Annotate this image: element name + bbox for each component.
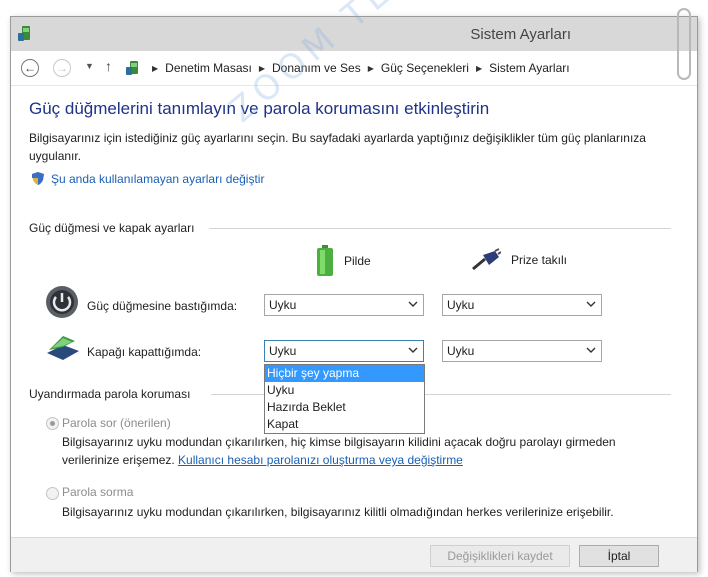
breadcrumb-system-settings[interactable]: Sistem Ayarları	[489, 61, 569, 75]
chevron-down-icon	[586, 347, 596, 353]
lid-close-plugged-select[interactable]: Uyku	[442, 340, 602, 362]
binder-ring	[677, 8, 691, 80]
control-panel-icon	[126, 61, 138, 75]
select-value: Uyku	[447, 344, 475, 358]
control-panel-window: Sistem Ayarları ← → ▼ ↑ ▶ Denetim Masası…	[10, 16, 698, 572]
power-section-label: Güç düğmesi ve kapak ayarları	[29, 221, 195, 235]
password-section-label: Uyandırmada parola koruması	[29, 387, 191, 401]
main-content: Güç düğmelerini tanımlayın ve parola kor…	[11, 85, 697, 572]
require-password-description: Bilgisayarınız uyku modundan çıkarılırke…	[62, 433, 622, 469]
control-panel-icon	[18, 26, 30, 41]
power-button-label: Güç düğmesine bastığımda:	[87, 299, 238, 313]
save-changes-button[interactable]: Değişiklikleri kaydet	[430, 545, 570, 567]
no-password-radio[interactable]	[46, 487, 59, 500]
dropdown-option-do-nothing[interactable]: Hiçbir şey yapma	[265, 365, 424, 382]
change-unavailable-settings-link[interactable]: Şu anda kullanılamayan ayarları değiştir	[31, 171, 264, 186]
breadcrumb-separator-icon: ▶	[152, 63, 159, 73]
breadcrumb-power-options[interactable]: Güç Seçenekleri	[381, 61, 469, 75]
power-button-battery-select[interactable]: Uyku	[264, 294, 424, 316]
select-value: Uyku	[269, 344, 297, 358]
power-button-icon	[46, 286, 78, 318]
chevron-down-icon	[408, 301, 418, 307]
dropdown-option-hibernate[interactable]: Hazırda Beklet	[265, 399, 424, 416]
dropdown-option-sleep[interactable]: Uyku	[265, 382, 424, 399]
chevron-down-icon	[408, 347, 418, 353]
select-value: Uyku	[447, 298, 475, 312]
no-password-description: Bilgisayarınız uyku modundan çıkarılırke…	[62, 505, 614, 519]
chevron-down-icon	[586, 301, 596, 307]
lid-close-battery-select[interactable]: Uyku	[264, 340, 424, 362]
breadcrumb-control-panel[interactable]: Denetim Masası	[165, 61, 252, 75]
button-bar: Değişiklikleri kaydet İptal	[11, 537, 697, 572]
select-value: Uyku	[269, 298, 297, 312]
power-button-plugged-select[interactable]: Uyku	[442, 294, 602, 316]
no-password-label: Parola sorma	[62, 485, 134, 499]
lid-close-dropdown-list: Hiçbir şey yapma Uyku Hazırda Beklet Kap…	[264, 364, 425, 434]
cancel-button[interactable]: İptal	[579, 545, 659, 567]
power-plug-icon	[472, 248, 501, 271]
battery-column-header: Pilde	[316, 245, 371, 277]
plugged-column-header: Prize takılı	[471, 247, 567, 273]
window-title: Sistem Ayarları	[470, 26, 571, 43]
recent-pages-chevron-icon[interactable]: ▼	[85, 61, 94, 71]
breadcrumb: ▶ Denetim Masası ▶ Donanım ve Ses ▶ Güç …	[125, 56, 570, 80]
require-password-radio[interactable]	[46, 417, 59, 430]
forward-button[interactable]: →	[53, 59, 71, 77]
battery-column-label: Pilde	[344, 254, 371, 268]
radio-dot	[50, 421, 55, 426]
plugged-column-label: Prize takılı	[511, 253, 568, 267]
battery-icon	[317, 245, 333, 276]
page-title: Güç düğmelerini tanımlayın ve parola kor…	[29, 99, 490, 118]
breadcrumb-separator-icon: ▶	[475, 63, 483, 73]
address-bar: ← → ▼ ↑ ▶ Denetim Masası ▶ Donanım ve Se…	[11, 51, 697, 86]
breadcrumb-separator-icon: ▶	[258, 63, 266, 73]
page-description: Bilgisayarınız için istediğiniz güç ayar…	[29, 131, 646, 163]
section-divider	[209, 228, 671, 229]
change-settings-label: Şu anda kullanılamayan ayarları değiştir	[51, 171, 265, 186]
lid-close-label: Kapağı kapattığımda:	[87, 345, 202, 359]
laptop-lid-icon	[47, 336, 79, 360]
shield-icon	[32, 172, 44, 185]
back-button[interactable]: ←	[21, 59, 39, 77]
title-bar: Sistem Ayarları	[11, 17, 697, 51]
up-arrow-icon[interactable]: ↑	[105, 58, 112, 74]
user-password-link[interactable]: Kullanıcı hesabı parolanızı oluşturma ve…	[178, 453, 463, 467]
breadcrumb-separator-icon: ▶	[367, 63, 374, 73]
breadcrumb-hardware-sound[interactable]: Donanım ve Ses	[272, 61, 361, 75]
dropdown-option-shut-down[interactable]: Kapat	[265, 416, 424, 433]
require-password-label: Parola sor (önerilen)	[62, 416, 171, 430]
